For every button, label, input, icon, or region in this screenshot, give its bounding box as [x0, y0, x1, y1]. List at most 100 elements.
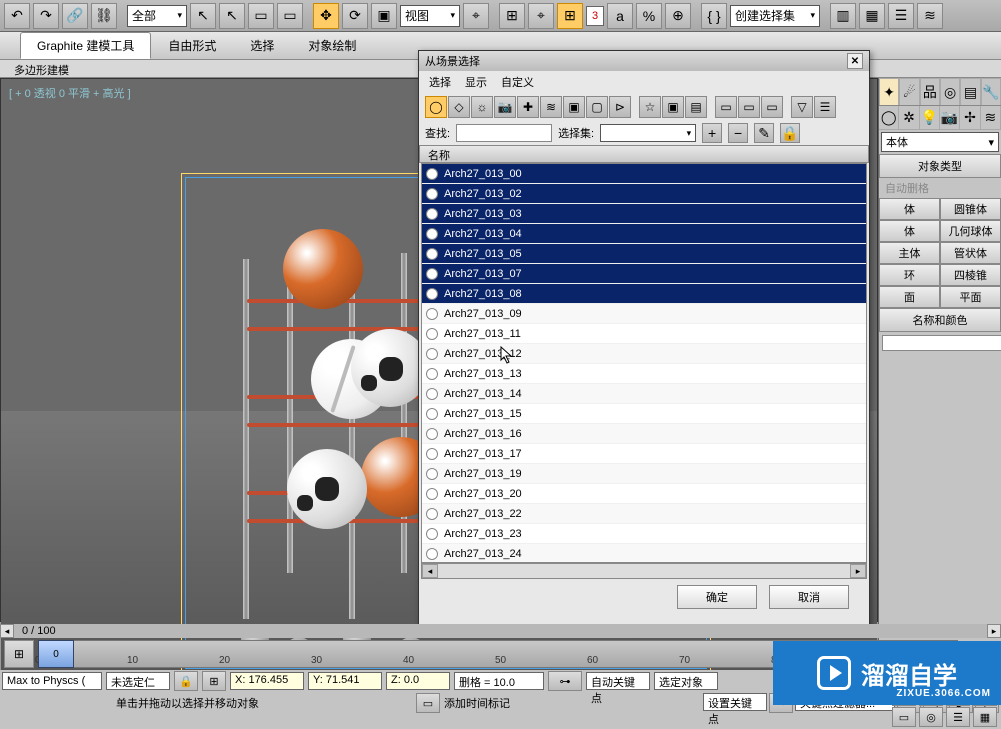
dialog-close-button[interactable]: ✕ — [847, 53, 863, 69]
add-time-tag-button[interactable]: ▭ — [416, 693, 440, 713]
space-cat[interactable]: ≋ — [981, 106, 1001, 129]
object-list[interactable]: Arch27_013_00Arch27_013_02Arch27_013_03A… — [421, 163, 867, 563]
obj-btn-8[interactable]: 面 — [879, 286, 940, 308]
ribbon-tab-freeform[interactable]: 自由形式 — [151, 32, 233, 59]
snap-toggle-button[interactable]: ⊞ — [557, 3, 583, 29]
set-add-button[interactable]: + — [702, 123, 722, 143]
shape-cat[interactable]: ✲ — [899, 106, 919, 129]
dlg-tb-none[interactable]: ▣ — [662, 96, 684, 118]
dlg-tb-xref[interactable]: ▢ — [586, 96, 608, 118]
utilities-tab[interactable]: 🔧 — [981, 78, 1001, 105]
dlg-tb-invert[interactable]: ▤ — [685, 96, 707, 118]
hierarchy-tab[interactable]: 品 — [920, 78, 940, 105]
coord-x[interactable]: X: 176.455 — [230, 672, 304, 690]
ref-coord-combo[interactable]: 视图 — [400, 5, 460, 27]
region-rect-button[interactable]: ▭ — [248, 3, 274, 29]
list-item[interactable]: Arch27_013_11 — [422, 324, 866, 344]
obj-btn-6[interactable]: 环 — [879, 264, 940, 286]
list-item[interactable]: Arch27_013_13 — [422, 364, 866, 384]
obj-btn-4[interactable]: 主体 — [879, 242, 940, 264]
scale-button[interactable]: ▣ — [371, 3, 397, 29]
dlg-tb-light[interactable]: ☼ — [471, 96, 493, 118]
obj-btn-7[interactable]: 四棱锥 — [940, 264, 1001, 286]
light-cat[interactable]: 💡 — [920, 106, 940, 129]
dlg-tb-col1[interactable]: ▭ — [715, 96, 737, 118]
list-item[interactable]: Arch27_013_14 — [422, 384, 866, 404]
set-sub-button[interactable]: − — [728, 123, 748, 143]
motion-tab[interactable]: ◎ — [940, 78, 960, 105]
obj-btn-9[interactable]: 平面 — [940, 286, 1001, 308]
list-item[interactable]: Arch27_013_05 — [422, 244, 866, 264]
list-item[interactable]: Arch27_013_16 — [422, 424, 866, 444]
list-item[interactable]: Arch27_013_19 — [422, 464, 866, 484]
redo-button[interactable]: ↷ — [33, 3, 59, 29]
list-item[interactable]: Arch27_013_07 — [422, 264, 866, 284]
select-name-button[interactable]: ↖ — [219, 3, 245, 29]
abs-rel-button[interactable]: ⊞ — [202, 671, 226, 691]
nav-orbit[interactable]: ◎ — [919, 707, 943, 727]
obj-btn-5[interactable]: 管状体 — [940, 242, 1001, 264]
dlg-tb-shape[interactable]: ◇ — [448, 96, 470, 118]
move-button[interactable]: ✥ — [313, 3, 339, 29]
lock-selection-button[interactable]: 🔒 — [174, 671, 198, 691]
list-item[interactable]: Arch27_013_12 — [422, 344, 866, 364]
object-name-field[interactable] — [882, 335, 1001, 351]
create-tab[interactable]: ✦ — [879, 78, 899, 105]
ribbon-tab-select[interactable]: 选择 — [233, 32, 291, 59]
selection-set-combo[interactable] — [600, 124, 696, 142]
hscroll-right[interactable]: ▸ — [850, 564, 866, 578]
list-item[interactable]: Arch27_013_22 — [422, 504, 866, 524]
time-config-button[interactable]: ⊞ — [4, 640, 34, 668]
vp-scroll-left[interactable]: ◂ — [0, 624, 14, 638]
geom-type-combo[interactable]: 本体 — [881, 132, 999, 152]
vp-scroll-right[interactable]: ▸ — [987, 624, 1001, 638]
time-slider-knob[interactable]: 0 — [38, 640, 74, 668]
list-item[interactable]: Arch27_013_24 — [422, 544, 866, 563]
dialog-ok-button[interactable]: 确定 — [677, 585, 757, 609]
snap-value[interactable]: 3 — [586, 6, 604, 26]
list-item[interactable]: Arch27_013_17 — [422, 444, 866, 464]
rotate-button[interactable]: ⟳ — [342, 3, 368, 29]
pivot-button[interactable]: ⌖ — [463, 3, 489, 29]
list-item[interactable]: Arch27_013_08 — [422, 284, 866, 304]
dlg-tb-cam[interactable]: 📷 — [494, 96, 516, 118]
angle-snap-button[interactable]: a — [607, 3, 633, 29]
align-button[interactable]: ▦ — [859, 3, 885, 29]
named-sel-edit-button[interactable]: { } — [701, 3, 727, 29]
selected-obj-box[interactable]: 选定对象 — [654, 672, 718, 690]
dialog-cancel-button[interactable]: 取消 — [769, 585, 849, 609]
obj-btn-2[interactable]: 体 — [879, 220, 940, 242]
nav-max[interactable]: ▦ — [973, 707, 997, 727]
keyboard-shortcut-button[interactable]: ⌖ — [528, 3, 554, 29]
list-header-name[interactable]: 名称 — [419, 145, 869, 163]
search-input[interactable] — [456, 124, 552, 142]
layers-button[interactable]: ☰ — [888, 3, 914, 29]
dlg-tb-options[interactable]: ☰ — [814, 96, 836, 118]
coord-z[interactable]: Z: 0.0 — [386, 672, 450, 690]
obj-btn-1[interactable]: 圆锥体 — [940, 198, 1001, 220]
ribbon-tab-graphite[interactable]: Graphite 建模工具 — [20, 32, 151, 59]
geom-cat[interactable]: ◯ — [879, 106, 899, 129]
dlg-tb-space[interactable]: ≋ — [540, 96, 562, 118]
list-item[interactable]: Arch27_013_04 — [422, 224, 866, 244]
list-item[interactable]: Arch27_013_15 — [422, 404, 866, 424]
cam-cat[interactable]: 📷 — [940, 106, 960, 129]
obj-btn-0[interactable]: 体 — [879, 198, 940, 220]
key-mode-button[interactable]: ⊶ — [548, 671, 582, 691]
hscroll-left[interactable]: ◂ — [422, 564, 438, 578]
obj-btn-3[interactable]: 几何球体 — [940, 220, 1001, 242]
window-crossing-button[interactable]: ▭ — [277, 3, 303, 29]
nav-region[interactable]: ▭ — [892, 707, 916, 727]
list-item[interactable]: Arch27_013_20 — [422, 484, 866, 504]
autokey-button[interactable]: 自动关键点 — [586, 672, 650, 690]
dlg-tb-col3[interactable]: ▭ — [761, 96, 783, 118]
display-tab[interactable]: ▤ — [960, 78, 980, 105]
percent-snap-button[interactable]: % — [636, 3, 662, 29]
list-item[interactable]: Arch27_013_03 — [422, 204, 866, 224]
list-item[interactable]: Arch27_013_23 — [422, 524, 866, 544]
dlg-menu-custom[interactable]: 自定义 — [501, 74, 534, 90]
dlg-tb-all[interactable]: ☆ — [639, 96, 661, 118]
dlg-tb-helper[interactable]: ✚ — [517, 96, 539, 118]
dlg-tb-filter[interactable]: ▽ — [791, 96, 813, 118]
list-item[interactable]: Arch27_013_02 — [422, 184, 866, 204]
